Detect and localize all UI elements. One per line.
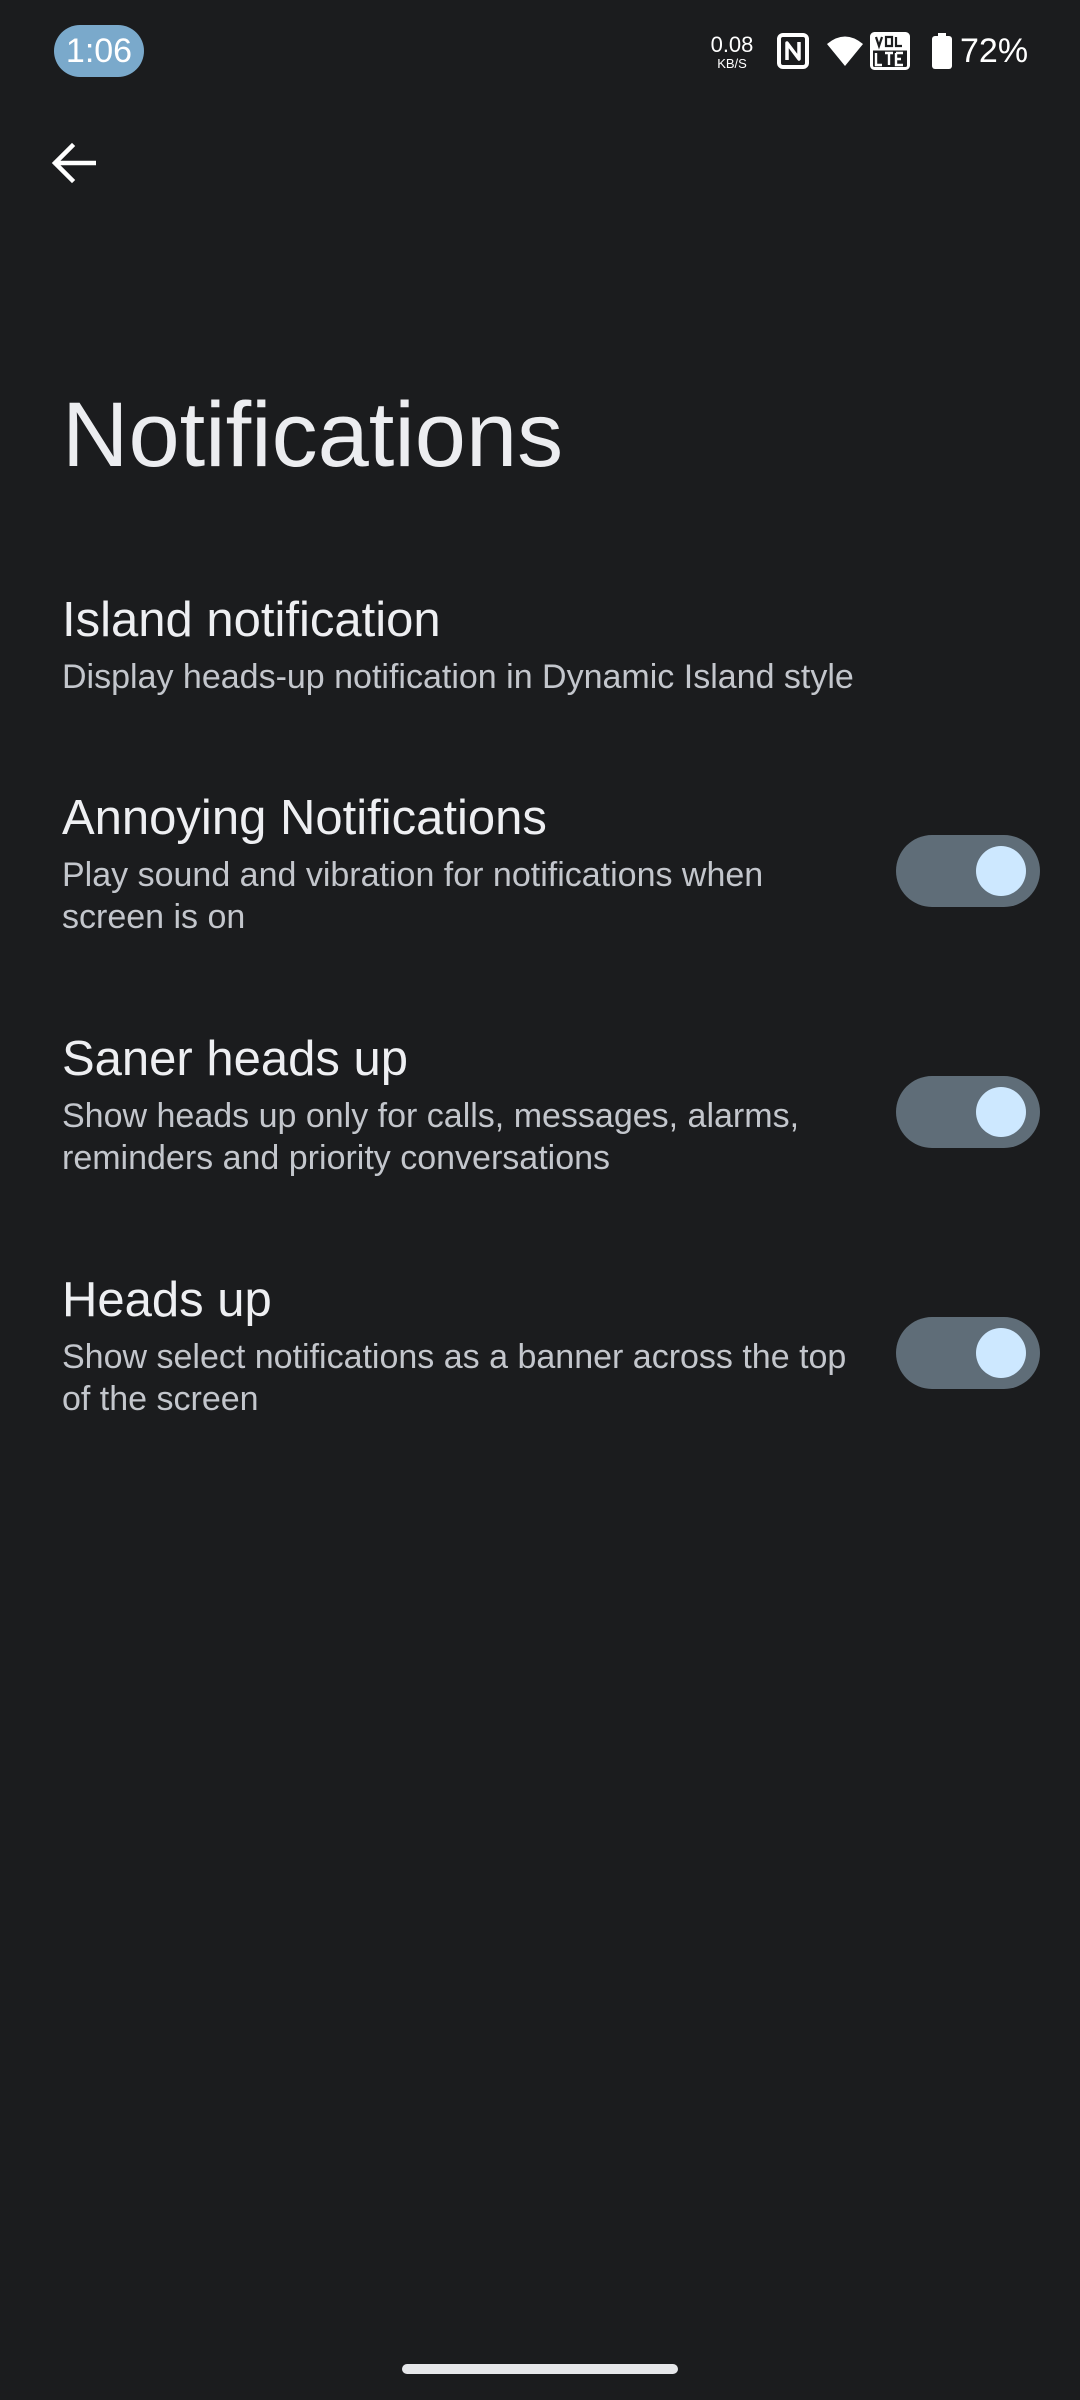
annoying-notifications-toggle[interactable] (896, 835, 1040, 907)
gesture-nav-handle[interactable] (402, 2364, 678, 2374)
status-bar: 1:06 0.08 KB/S 72% (0, 0, 1080, 104)
toggle-thumb (976, 1328, 1026, 1378)
setting-annoying-notifications[interactable]: Annoying Notifications Play sound and vi… (0, 788, 1080, 988)
back-button[interactable] (38, 128, 108, 198)
arrow-left-icon (51, 142, 96, 184)
page-title: Notifications (62, 384, 564, 486)
nfc-icon (777, 33, 809, 69)
setting-title: Island notification (62, 593, 441, 647)
status-clock: 1:06 (54, 25, 144, 77)
toggle-thumb (976, 1087, 1026, 1137)
toggle-thumb (976, 846, 1026, 896)
setting-summary: Show heads up only for calls, messages, … (62, 1097, 800, 1177)
setting-heads-up[interactable]: Heads up Show select notifications as a … (0, 1270, 1080, 1470)
setting-summary: Display heads-up notification in Dynamic… (62, 658, 854, 696)
wifi-icon (827, 36, 863, 66)
setting-summary: Play sound and vibration for notificatio… (62, 856, 764, 936)
setting-saner-heads-up[interactable]: Saner heads up Show heads up only for ca… (0, 1029, 1080, 1229)
network-speed-unit: KB/S (717, 56, 747, 71)
setting-title: Annoying Notifications (62, 791, 547, 845)
setting-title: Heads up (62, 1273, 272, 1327)
volte-icon (870, 32, 910, 70)
setting-title: Saner heads up (62, 1032, 408, 1086)
network-speed-value: 0.08 (710, 32, 754, 57)
settings-screen: 1:06 0.08 KB/S 72% Notifications Island … (0, 0, 1080, 2400)
battery-percentage: 72% (960, 32, 1029, 70)
network-speed: 0.08 KB/S (700, 32, 764, 71)
battery-icon (932, 33, 952, 69)
heads-up-toggle[interactable] (896, 1317, 1040, 1389)
setting-summary: Show select notifications as a banner ac… (62, 1338, 847, 1418)
setting-island-notification[interactable]: Island notification Display heads-up not… (0, 590, 1080, 740)
saner-heads-up-toggle[interactable] (896, 1076, 1040, 1148)
